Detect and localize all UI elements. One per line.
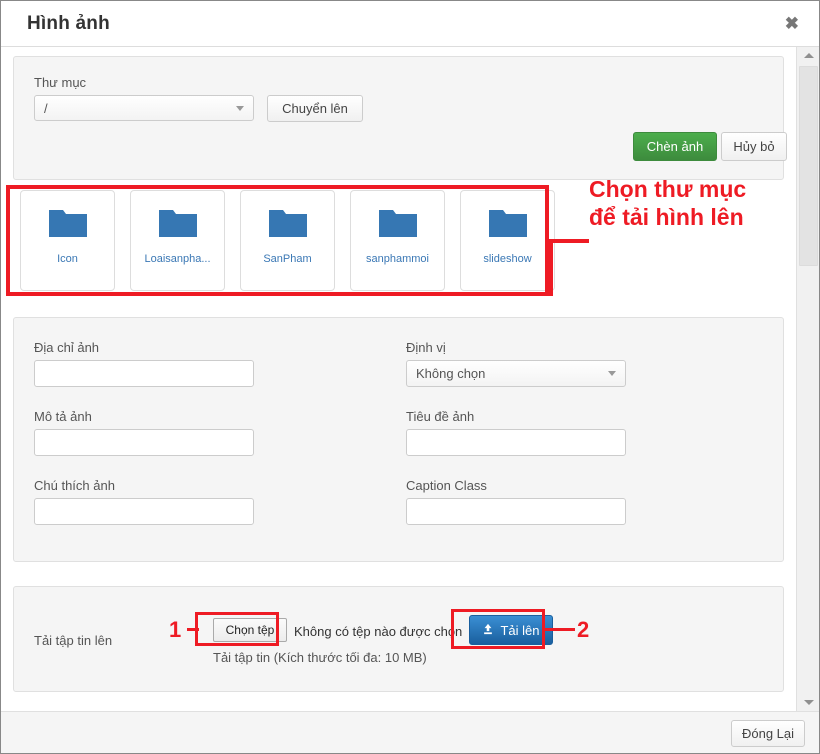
annotation-marker-2: 2	[577, 617, 590, 642]
dialog-body: Thư mục / Chuyển lên Chèn ảnh Hủy bỏ Ico…	[1, 47, 819, 711]
folder-nav-panel: Thư mục / Chuyển lên Chèn ảnh Hủy bỏ	[13, 56, 787, 180]
annotation-line-2	[545, 628, 575, 631]
upload-button[interactable]: Tải lên	[469, 615, 553, 645]
folder-tile-label: Loaisanpha...	[144, 253, 211, 265]
caption-class-input[interactable]	[406, 498, 626, 525]
image-fields-panel: Địa chỉ ảnh Mô tả ảnh Chú thích ảnh Định…	[13, 317, 784, 562]
align-label: Định vị	[406, 340, 446, 355]
folder-select-label: Thư mục	[34, 75, 87, 90]
title-label: Tiêu đề ảnh	[406, 409, 475, 424]
folder-tile-slideshow[interactable]: slideshow	[460, 190, 555, 291]
annotation-marker-1: 1	[169, 617, 182, 642]
folder-tile-sanpham[interactable]: SanPham	[240, 190, 335, 291]
image-url-input[interactable]	[34, 360, 254, 387]
image-browser-dialog: Hình ảnh ✖ Thư mục / Chuyển lên Chèn ảnh…	[0, 0, 820, 754]
align-select[interactable]: Không chọn	[406, 360, 626, 387]
arrow-up-icon[interactable]	[797, 47, 819, 64]
folder-icon	[48, 207, 87, 237]
image-url-label: Địa chỉ ảnh	[34, 340, 100, 355]
caption-input[interactable]	[34, 498, 254, 525]
page-title: Hình ảnh	[27, 13, 110, 34]
folder-icon	[488, 207, 527, 237]
folder-tile-label: SanPham	[263, 253, 312, 265]
dialog-footer: Đóng Lại	[1, 711, 819, 753]
caption-class-label: Caption Class	[406, 478, 487, 493]
description-input[interactable]	[34, 429, 254, 456]
dialog-titlebar: Hình ảnh ✖	[1, 1, 819, 47]
folder-select-value: /	[44, 100, 48, 116]
choose-file-button[interactable]: Chọn tệp	[213, 618, 287, 642]
upload-button-label: Tải lên	[500, 622, 540, 638]
align-select-value: Không chọn	[416, 366, 486, 381]
upload-help-text: Tải tập tin (Kích thước tối đa: 10 MB)	[213, 650, 427, 665]
close-icon[interactable]: ✖	[785, 15, 799, 32]
annotation-connector-vertical	[549, 239, 553, 296]
dialog-scroll-content: Thư mục / Chuyển lên Chèn ảnh Hủy bỏ Ico…	[1, 47, 796, 711]
folder-icon	[158, 207, 197, 237]
description-label: Mô tả ảnh	[34, 409, 92, 424]
annotation-connector-horizontal	[549, 239, 589, 243]
upload-row-label: Tải tập tin lên	[34, 633, 113, 648]
upload-icon	[482, 623, 494, 638]
folder-icon	[268, 207, 307, 237]
chevron-down-icon	[236, 105, 244, 111]
folder-tile-sanphammoi[interactable]: sanphammoi	[350, 190, 445, 291]
upload-panel: Tải tập tin lên Chọn tệp Không có tệp nà…	[13, 586, 784, 692]
no-file-selected-text: Không có tệp nào được chọn	[294, 624, 463, 639]
vertical-scrollbar[interactable]	[796, 47, 819, 711]
folder-select[interactable]: /	[34, 95, 254, 121]
folder-tile-label: slideshow	[483, 253, 532, 265]
close-dialog-button[interactable]: Đóng Lại	[731, 720, 805, 747]
folder-tile-label: Icon	[57, 253, 78, 265]
folder-tile-icon[interactable]: Icon	[20, 190, 115, 291]
folder-tile-loaisanpham[interactable]: Loaisanpha...	[130, 190, 225, 291]
arrow-down-icon[interactable]	[797, 694, 819, 711]
move-up-button[interactable]: Chuyển lên	[267, 95, 363, 122]
folder-tile-label: sanphammoi	[366, 253, 429, 265]
annotation-folder-note: Chọn thư mục để tải hình lên	[589, 176, 747, 231]
cancel-button[interactable]: Hủy bỏ	[721, 132, 787, 161]
annotation-line-1	[187, 628, 199, 631]
insert-image-button[interactable]: Chèn ảnh	[633, 132, 717, 161]
folder-icon	[378, 207, 417, 237]
title-input[interactable]	[406, 429, 626, 456]
scrollbar-thumb[interactable]	[799, 66, 818, 266]
caption-label: Chú thích ảnh	[34, 478, 115, 493]
chevron-down-icon	[608, 371, 616, 376]
